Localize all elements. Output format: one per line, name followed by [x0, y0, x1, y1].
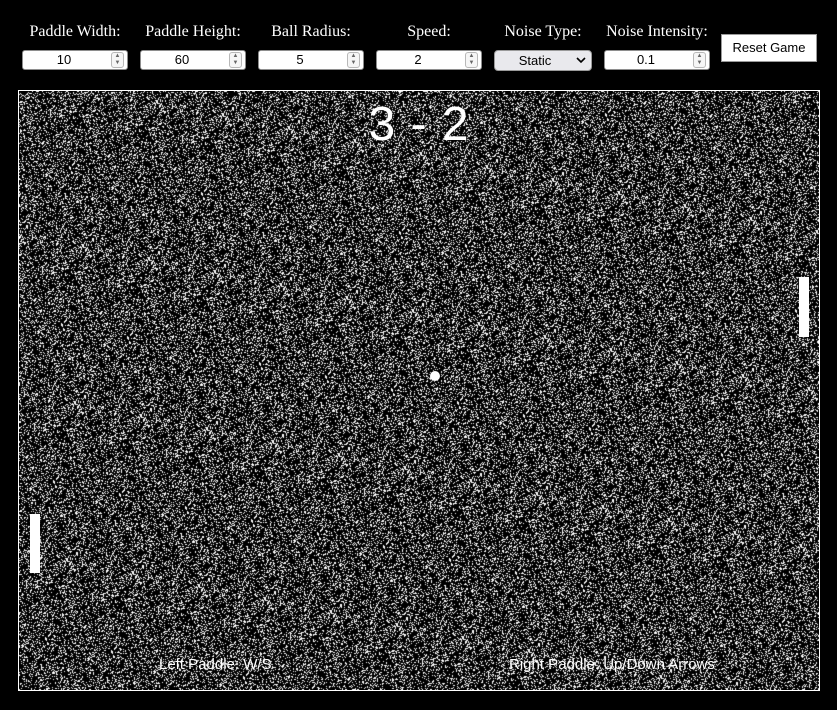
- paddle-height-input[interactable]: 60 ▲ ▼: [140, 50, 246, 70]
- noise-intensity-stepper[interactable]: ▲ ▼: [693, 52, 706, 68]
- ball-radius-stepper[interactable]: ▲ ▼: [347, 52, 360, 68]
- chevron-down-icon: [576, 57, 586, 64]
- ball-radius-value: 5: [296, 52, 304, 67]
- paddle-height-control: Paddle Height:: [140, 22, 246, 42]
- speed-stepper[interactable]: ▲ ▼: [465, 52, 478, 68]
- paddle-height-stepper[interactable]: ▲ ▼: [229, 52, 242, 68]
- noise-type-value: Static: [518, 53, 552, 68]
- ball: [430, 371, 440, 381]
- speed-label: Speed:: [407, 23, 451, 40]
- speed-control: Speed:: [376, 22, 482, 42]
- game-canvas[interactable]: 3 - 2 Left Paddle: W/S Right Paddle: Up/…: [18, 90, 820, 691]
- paddle-width-label: Paddle Width:: [29, 23, 121, 40]
- paddle-width-input[interactable]: 10 ▲ ▼: [22, 50, 128, 70]
- static-noise-layer: [19, 91, 819, 690]
- paddle-width-value: 10: [56, 52, 72, 67]
- left-paddle-hint: Left Paddle: W/S: [159, 656, 272, 673]
- control-panel: Paddle Width: 10 ▲ ▼ Paddle Height: 60 ▲ ▼…: [0, 0, 837, 85]
- noise-intensity-label: Noise Intensity:: [606, 23, 708, 40]
- noise-intensity-input[interactable]: 0.1 ▲ ▼: [604, 50, 710, 70]
- right-paddle: [799, 277, 809, 337]
- noise-intensity-control: Noise Intensity:: [603, 22, 711, 42]
- ball-radius-input[interactable]: 5 ▲ ▼: [258, 50, 364, 70]
- ball-radius-label: Ball Radius:: [271, 23, 351, 40]
- paddle-width-control: Paddle Width:: [22, 22, 128, 42]
- paddle-width-stepper[interactable]: ▲ ▼: [111, 52, 124, 68]
- paddle-height-value: 60: [174, 52, 190, 67]
- speed-input[interactable]: 2 ▲ ▼: [376, 50, 482, 70]
- right-paddle-hint: Right Paddle: Up/Down Arrows: [509, 656, 715, 673]
- reset-game-button[interactable]: Reset Game: [721, 34, 817, 62]
- ball-radius-control: Ball Radius:: [258, 22, 364, 42]
- paddle-height-label: Paddle Height:: [145, 23, 241, 40]
- left-paddle: [30, 514, 40, 573]
- noise-type-control: Noise Type:: [494, 22, 592, 42]
- noise-type-label: Noise Type:: [504, 23, 582, 40]
- score-display: 3 - 2: [368, 98, 470, 151]
- noise-intensity-value: 0.1: [636, 52, 656, 67]
- speed-value: 2: [414, 52, 422, 67]
- noise-type-select[interactable]: Static: [494, 50, 592, 71]
